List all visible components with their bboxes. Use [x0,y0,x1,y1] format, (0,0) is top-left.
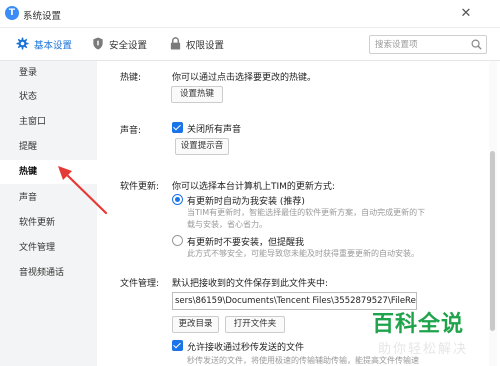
watermark-subtitle: 助你轻松解决 [378,342,469,357]
watermark: 百科全说 助你轻松解决 [372,306,494,362]
watermark-title: 百科全说 [372,312,465,337]
